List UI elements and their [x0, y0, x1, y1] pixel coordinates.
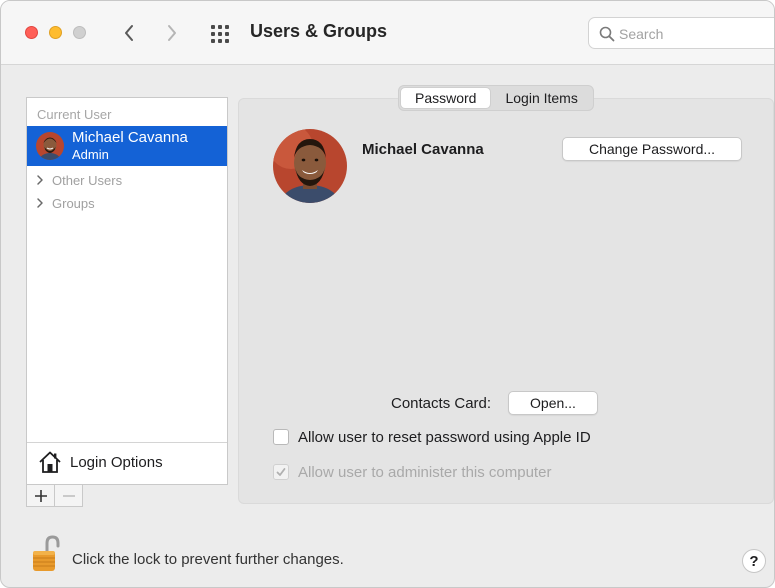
administer-checkbox: [273, 464, 289, 480]
forward-chevron-icon: [168, 25, 176, 41]
sidebar-item-current-user[interactable]: Michael Cavanna Admin: [27, 126, 227, 166]
reset-password-checkbox[interactable]: [273, 429, 289, 445]
open-contacts-card-button[interactable]: Open...: [508, 391, 598, 415]
sidebar-item-label: Other Users: [52, 173, 123, 188]
show-all-button[interactable]: [208, 21, 234, 47]
administer-option: Allow user to administer this computer: [273, 462, 551, 482]
person-avatar-icon: [36, 132, 64, 160]
login-options-item[interactable]: Login Options: [27, 442, 227, 484]
forward-button[interactable]: [159, 19, 185, 47]
add-remove-controls: [26, 485, 83, 507]
add-user-button[interactable]: [26, 485, 55, 507]
toolbar: Users & Groups: [1, 1, 774, 65]
search-input[interactable]: [619, 24, 769, 44]
help-button[interactable]: ?: [742, 549, 766, 573]
remove-user-button[interactable]: [54, 485, 83, 507]
disclosure-chevron-icon[interactable]: [35, 196, 45, 210]
current-user-role: Admin: [72, 147, 109, 162]
window-title: Users & Groups: [250, 21, 388, 41]
plus-icon: [34, 489, 47, 502]
sidebar-item-other-users[interactable]: Other Users: [27, 170, 227, 192]
administer-label: Allow user to administer this computer: [298, 463, 552, 481]
user-picture[interactable]: [273, 129, 347, 203]
current-user-name: Michael Cavanna: [72, 129, 188, 146]
search-field[interactable]: [588, 17, 774, 49]
user-list-sidebar: Current User Michael Cavanna Admin Other…: [26, 97, 228, 485]
contacts-card-label: Contacts Card:: [391, 395, 492, 412]
close-button[interactable]: [25, 26, 38, 39]
sidebar-item-groups[interactable]: Groups: [27, 193, 227, 215]
zoom-button[interactable]: [73, 26, 86, 39]
login-options-label: Login Options: [70, 454, 163, 471]
person-avatar-icon: [273, 129, 347, 203]
lock-icon[interactable]: [31, 534, 61, 574]
reset-password-option[interactable]: Allow user to reset password using Apple…: [273, 427, 591, 447]
current-user-section-label: Current User: [37, 107, 112, 122]
minimize-button[interactable]: [49, 26, 62, 39]
tab-bar: Password Login Items: [398, 85, 594, 111]
lock-status-text: Click the lock to prevent further change…: [72, 551, 344, 568]
users-groups-window: Users & Groups Current User: [0, 0, 775, 588]
reset-password-label: Allow user to reset password using Apple…: [298, 428, 591, 446]
back-chevron-icon: [125, 25, 133, 41]
change-password-button[interactable]: Change Password...: [562, 137, 742, 161]
sidebar-item-label: Groups: [52, 196, 95, 211]
tab-password[interactable]: Password: [400, 87, 492, 109]
checkmark-icon: [276, 468, 286, 476]
search-icon: [599, 26, 615, 42]
back-button[interactable]: [116, 19, 142, 47]
minus-icon: [62, 494, 75, 497]
disclosure-chevron-icon[interactable]: [35, 173, 45, 187]
tab-login-items[interactable]: Login Items: [491, 87, 591, 109]
user-full-name: Michael Cavanna: [362, 141, 484, 158]
house-icon: [39, 451, 61, 473]
grid-icon: [211, 25, 229, 43]
avatar: [36, 132, 64, 160]
